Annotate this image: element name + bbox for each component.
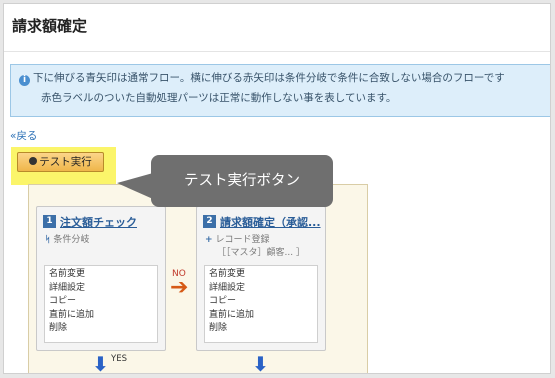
step-type-label: 条件分岐 (53, 235, 90, 245)
test-run-button[interactable]: テスト実行 (17, 152, 104, 172)
menu-rename[interactable]: 名前変更 (49, 268, 157, 282)
step-title-link[interactable]: 注文額チェック (60, 214, 137, 230)
branch-icon: ᛋ (45, 235, 51, 245)
check-circle-icon (29, 157, 38, 165)
menu-insert-before[interactable]: 直前に追加 (49, 309, 157, 323)
step-type: + レコード登録 (205, 232, 270, 245)
info-icon: i (19, 75, 30, 86)
title-divider (4, 51, 550, 52)
step-number: 2 (203, 215, 216, 228)
menu-settings[interactable]: 詳細設定 (209, 282, 317, 296)
plus-icon: + (205, 235, 213, 245)
info-text-2: 赤色ラベルのついた自動処理パーツは正常に動作しない事を表しています。 (41, 92, 397, 104)
flow-step-2: 2 請求額確定（承認... + レコード登録 ［［マスタ］顧客... ］ 名前変更… (196, 206, 326, 351)
step-number: 1 (43, 215, 56, 228)
flow-step-1: 1 注文額チェック ᛋ 条件分岐 名前変更 詳細設定 コピー 直前に追加 削除 (36, 206, 166, 351)
yes-branch-label: YES (111, 354, 127, 364)
page-title: 請求額確定 (12, 17, 88, 35)
back-link[interactable]: «戻る (10, 128, 37, 143)
menu-delete[interactable]: 削除 (209, 322, 317, 336)
down-arrow-icon: ⬇ (252, 352, 269, 374)
step-title-link[interactable]: 請求額確定（承認... (220, 214, 321, 230)
info-line-1: i 下に伸びる青矢印は通常フロー。横に伸びる赤矢印は条件分岐で条件に合致しない場合… (19, 68, 550, 88)
step-menu: 名前変更 詳細設定 コピー 直前に追加 削除 (44, 265, 158, 343)
menu-insert-before[interactable]: 直前に追加 (209, 309, 317, 323)
step-type-label: レコード登録 (215, 235, 270, 245)
step-detail: ［［マスタ］顧客... ］ (217, 248, 305, 258)
callout-pointer (117, 173, 153, 199)
menu-copy[interactable]: コピー (49, 295, 157, 309)
app-window: 請求額確定 i 下に伸びる青矢印は通常フロー。横に伸びる赤矢印は条件分岐で条件に合… (3, 3, 551, 374)
info-text-1: 下に伸びる青矢印は通常フロー。横に伸びる赤矢印は条件分岐で条件に合致しない場合の… (33, 72, 505, 84)
step-menu: 名前変更 詳細設定 コピー 直前に追加 削除 (204, 265, 318, 343)
step-type: ᛋ 条件分岐 (45, 232, 89, 245)
test-run-label: テスト実行 (39, 156, 92, 168)
right-arrow-icon: ➔ (170, 275, 189, 300)
info-box: i 下に伸びる青矢印は通常フロー。横に伸びる赤矢印は条件分岐で条件に合致しない場合… (10, 64, 550, 117)
menu-settings[interactable]: 詳細設定 (49, 282, 157, 296)
menu-rename[interactable]: 名前変更 (209, 268, 317, 282)
down-arrow-icon: ⬇ (92, 352, 109, 374)
menu-delete[interactable]: 削除 (49, 322, 157, 336)
menu-copy[interactable]: コピー (209, 295, 317, 309)
annotation-callout: テスト実行ボタン (151, 155, 333, 207)
